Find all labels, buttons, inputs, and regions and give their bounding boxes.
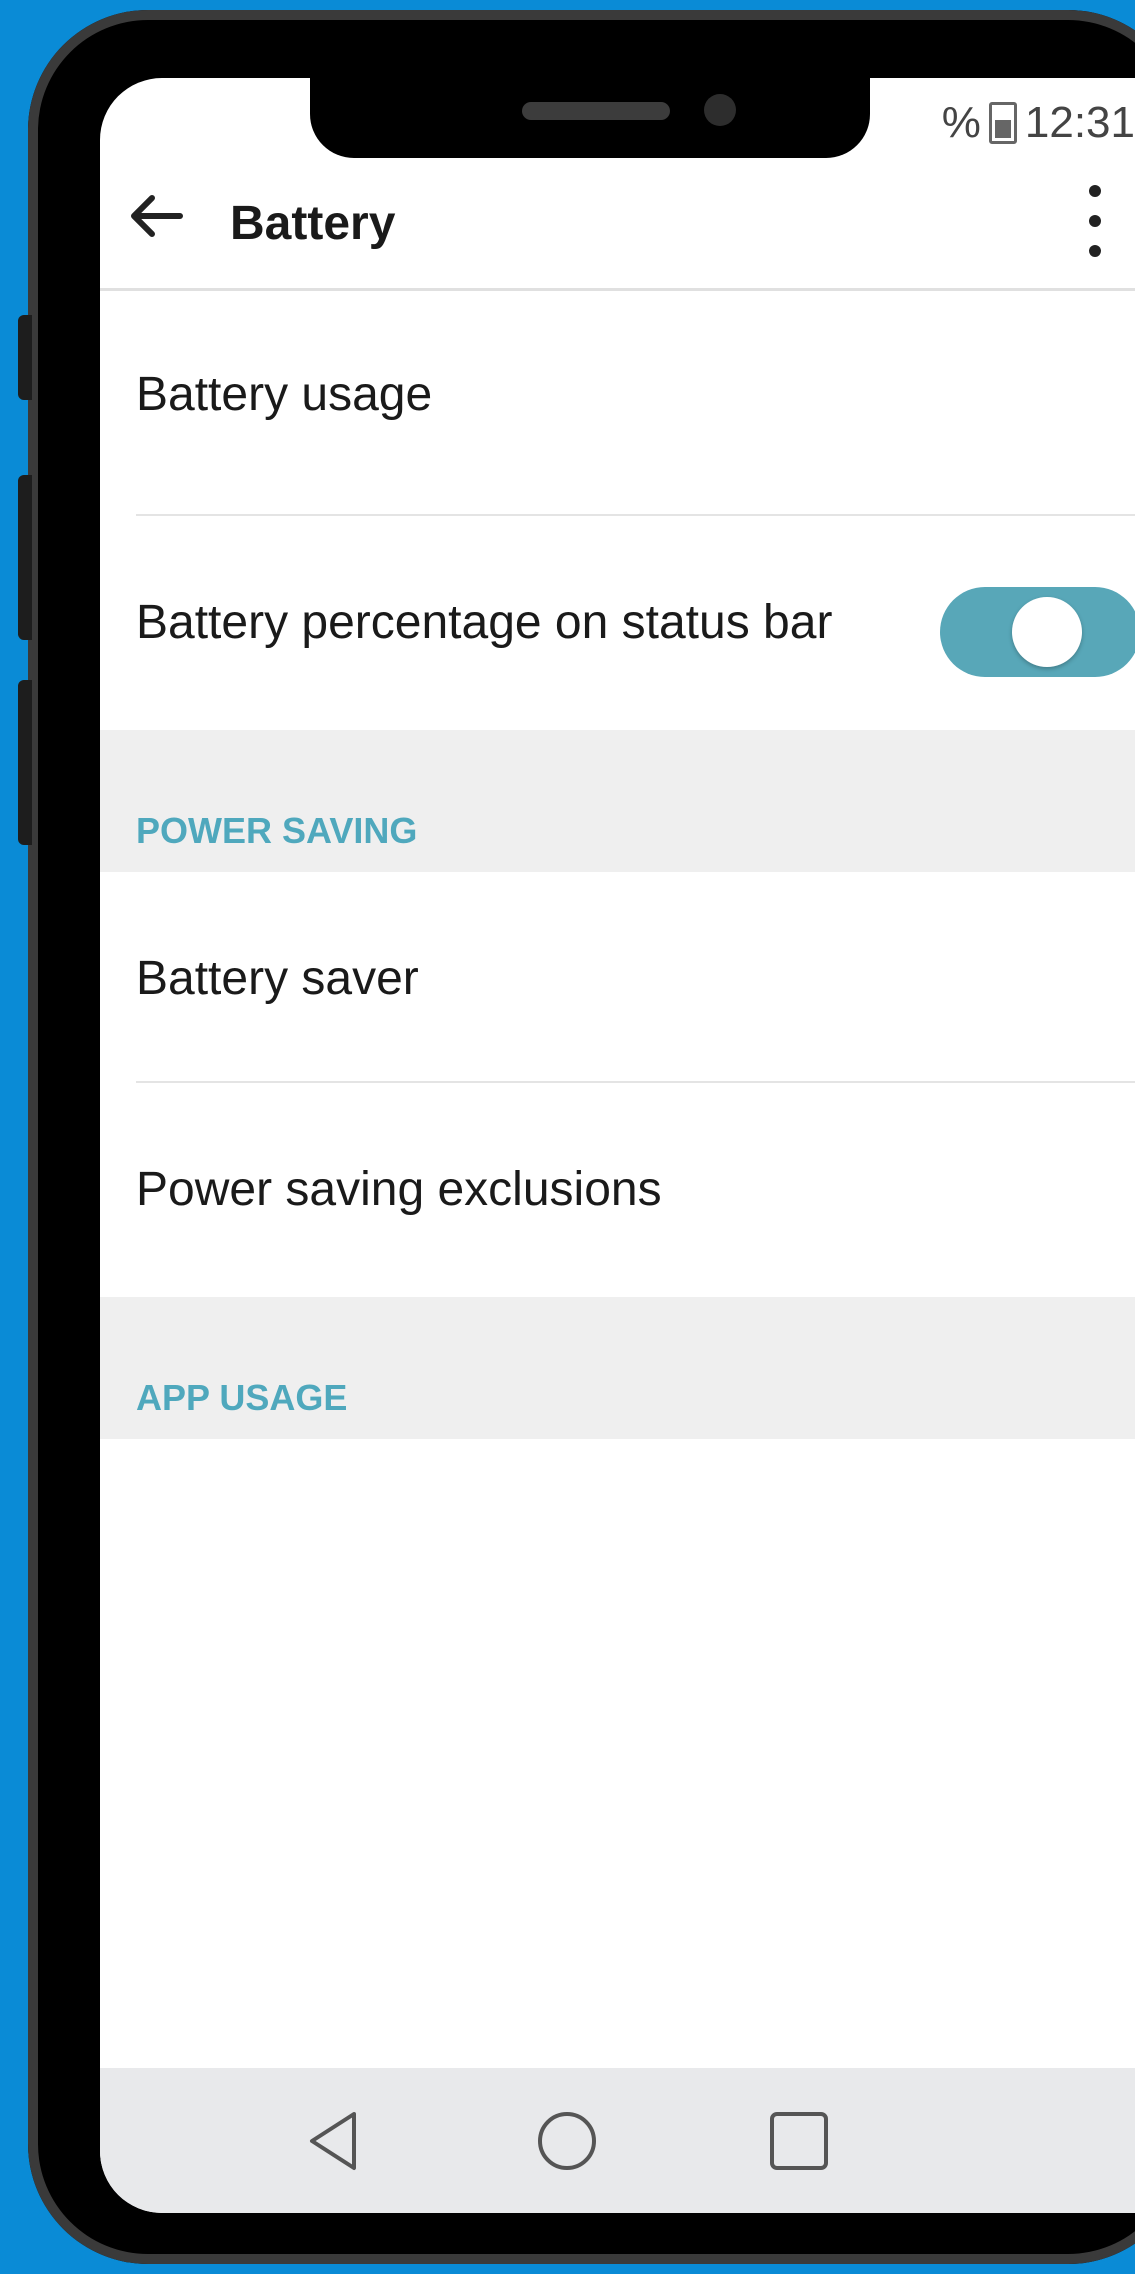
screen: % 12:31 Battery Battery usage Battery pe… bbox=[100, 78, 1135, 2213]
back-arrow-icon[interactable] bbox=[126, 186, 186, 256]
page-title: Battery bbox=[230, 197, 396, 250]
triangle-back-icon[interactable] bbox=[300, 2106, 370, 2176]
clock: 12:31 bbox=[1024, 98, 1135, 147]
section-title: APP USAGE bbox=[136, 1377, 348, 1418]
battery-usage-label: Battery usage bbox=[136, 368, 433, 421]
volume-down-button bbox=[18, 475, 32, 640]
toggle-knob bbox=[1012, 597, 1082, 667]
front-camera bbox=[704, 94, 736, 126]
battery-percentage-label: Battery percentage on status bar bbox=[136, 596, 833, 649]
section-title: POWER SAVING bbox=[136, 810, 418, 851]
more-vert-icon[interactable] bbox=[1085, 176, 1105, 266]
volume-up-button bbox=[18, 315, 32, 400]
battery-saver-label: Battery saver bbox=[136, 952, 419, 1005]
navigation-bar bbox=[100, 2068, 1135, 2213]
battery-percent-text: % bbox=[941, 98, 981, 147]
square-recents-icon[interactable] bbox=[764, 2106, 834, 2176]
battery-icon bbox=[988, 102, 1017, 144]
battery-saver-item[interactable]: Battery saver bbox=[100, 872, 1135, 1086]
speaker bbox=[522, 102, 670, 120]
battery-percentage-item[interactable]: Battery percentage on status bar bbox=[100, 516, 1135, 730]
power-saving-exclusions-label: Power saving exclusions bbox=[136, 1163, 662, 1216]
battery-usage-item[interactable]: Battery usage bbox=[100, 288, 1135, 502]
status-bar: % 12:31 bbox=[942, 98, 1135, 148]
power-button bbox=[18, 680, 32, 845]
power-saving-exclusions-item[interactable]: Power saving exclusions bbox=[100, 1083, 1135, 1297]
section-header-app-usage: APP USAGE bbox=[100, 1297, 1135, 1439]
section-header-power-saving: POWER SAVING bbox=[100, 730, 1135, 872]
notch bbox=[310, 78, 870, 158]
circle-home-icon[interactable] bbox=[532, 2106, 602, 2176]
battery-percentage-toggle[interactable] bbox=[940, 587, 1135, 677]
app-bar: Battery bbox=[100, 158, 1135, 291]
